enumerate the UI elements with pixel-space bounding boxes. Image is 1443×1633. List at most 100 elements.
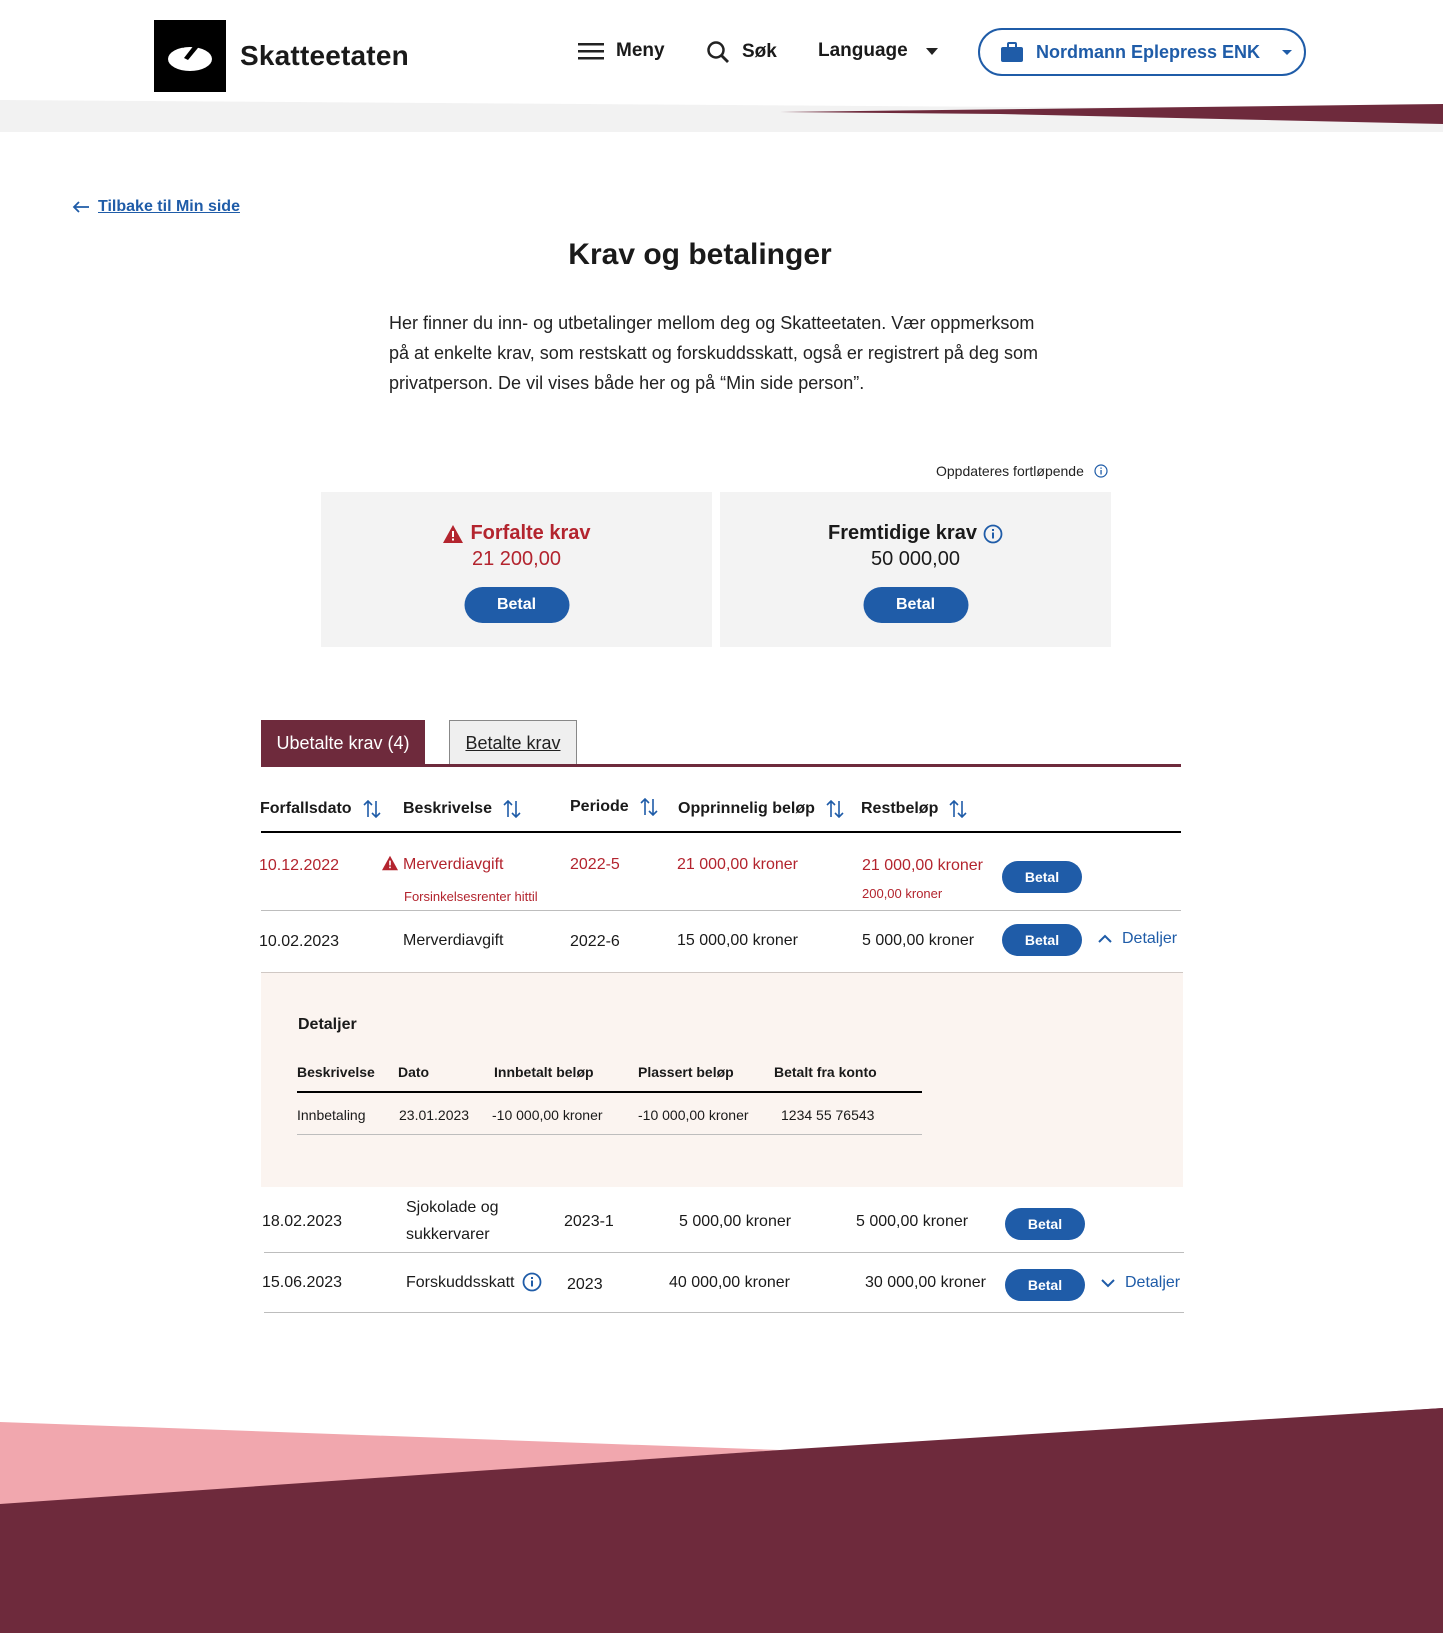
future-title: Fremtidige krav (828, 522, 977, 544)
remaining-amount: 5 000,00 kroner (856, 1213, 969, 1230)
warning-icon (382, 855, 398, 871)
chevron-up-icon (1098, 934, 1112, 943)
details-header-description: Beskrivelse (297, 1064, 375, 1080)
tab-divider (261, 764, 1181, 767)
info-icon[interactable] (983, 524, 1003, 544)
due-date: 18.02.2023 (262, 1213, 343, 1230)
details-header-placed: Plassert beløp (638, 1064, 734, 1080)
column-header-due-date[interactable]: Forfallsdato (260, 800, 382, 818)
details-description: Innbetaling (297, 1107, 366, 1123)
search-button[interactable]: Søk (706, 40, 777, 64)
updated-note: Oppdateres fortløpende (936, 463, 1108, 479)
details-toggle[interactable]: Detaljer (1101, 1274, 1180, 1292)
original-amount: 15 000,00 kroner (677, 932, 798, 949)
period: 2023 (567, 1276, 603, 1293)
overdue-title: Forfalte krav (470, 522, 591, 544)
overdue-amount: 21 200,00 (472, 548, 561, 570)
back-link[interactable]: Tilbake til Min side (72, 198, 240, 216)
tab-unpaid[interactable]: Ubetalte krav (4) (261, 720, 425, 766)
details-header-divider (297, 1091, 922, 1093)
row-divider (264, 1252, 1184, 1253)
column-header-period[interactable]: Periode (570, 798, 659, 816)
tab-paid[interactable]: Betalte krav (449, 720, 577, 766)
details-title: Detaljer (298, 1016, 357, 1033)
original-amount: 21 000,00 kroner (677, 856, 798, 873)
overdue-card: Forfalte krav 21 200,00 Betal (321, 492, 712, 647)
arrow-left-icon (72, 201, 89, 213)
info-icon[interactable] (1094, 464, 1108, 478)
footer-decoration (0, 1408, 1443, 1633)
pay-button[interactable]: Betal (1005, 1208, 1085, 1240)
site-header: Skatteetaten Meny Søk Language Nordmann … (0, 0, 1443, 100)
column-header-remaining[interactable]: Restbeløp (861, 800, 968, 818)
details-header-date: Dato (398, 1064, 430, 1080)
pay-button[interactable]: Betal (1002, 861, 1082, 893)
brand-name[interactable]: Skatteetaten (240, 40, 409, 72)
pay-overdue-button[interactable]: Betal (464, 587, 569, 623)
details-placed: -10 000,00 kroner (638, 1107, 749, 1123)
details-paid-in: -10 000,00 kroner (492, 1107, 603, 1123)
future-card: Fremtidige krav 50 000,00 Betal (720, 492, 1111, 647)
header-decoration (0, 100, 1443, 132)
language-label: Language (818, 40, 908, 61)
details-date: 23.01.2023 (399, 1107, 470, 1123)
sub-description: Forsinkelsesrenter hittil (404, 889, 538, 904)
period: 2022-5 (570, 856, 620, 873)
pay-button[interactable]: Betal (1005, 1269, 1085, 1301)
pay-button[interactable]: Betal (1002, 924, 1082, 956)
future-amount: 50 000,00 (871, 548, 960, 570)
column-header-description[interactable]: Beskrivelse (403, 800, 522, 818)
back-link-label: Tilbake til Min side (98, 198, 240, 215)
description-line-2: sukkervarer (406, 1226, 490, 1243)
sort-icon (362, 800, 381, 818)
details-row-divider (297, 1134, 922, 1135)
search-label: Søk (742, 41, 777, 62)
chevron-down-icon (1101, 1279, 1115, 1288)
description-line-1: Sjokolade og (406, 1199, 499, 1216)
page-title: Krav og betalinger (568, 238, 832, 271)
updated-note-label: Oppdateres fortløpende (936, 463, 1084, 479)
details-header-paid-in: Innbetalt beløp (494, 1064, 594, 1080)
briefcase-icon (1001, 42, 1023, 62)
original-amount: 5 000,00 kroner (679, 1213, 792, 1230)
pay-future-button[interactable]: Betal (863, 587, 968, 623)
period: 2023-1 (564, 1213, 614, 1230)
details-toggle[interactable]: Detaljer (1098, 930, 1177, 948)
due-date: 10.12.2022 (259, 857, 340, 874)
remaining-amount: 5 000,00 kroner (862, 932, 975, 949)
description: Forskuddsskatt (406, 1274, 515, 1291)
details-account: 1234 55 76543 (781, 1107, 875, 1123)
language-selector[interactable]: Language (818, 40, 944, 62)
remaining-amount: 21 000,00 kroner (862, 857, 983, 874)
remaining-amount: 30 000,00 kroner (865, 1274, 986, 1291)
sort-icon (503, 800, 521, 818)
intro-text: Her finner du inn- og utbetalinger mello… (389, 313, 1038, 393)
sub-remaining-amount: 200,00 kroner (862, 886, 943, 901)
organization-selector[interactable]: Nordmann Eplepress ENK (978, 28, 1306, 76)
sort-icon (826, 800, 844, 818)
details-header-account: Betalt fra konto (774, 1064, 877, 1080)
sort-icon (949, 800, 967, 818)
due-date: 15.06.2023 (262, 1274, 343, 1291)
details-panel: Detaljer Beskrivelse Dato Innbetalt belø… (261, 972, 1183, 1187)
period: 2022-6 (570, 933, 620, 950)
table-header-divider (261, 831, 1181, 833)
description: Merverdiavgift (403, 932, 504, 949)
menu-button[interactable]: Meny (578, 40, 665, 62)
hamburger-icon (578, 43, 604, 60)
caret-down-icon (1282, 50, 1293, 55)
search-icon (707, 41, 729, 63)
caret-down-icon (925, 48, 938, 55)
menu-label: Meny (616, 40, 665, 61)
sort-icon (640, 798, 658, 816)
original-amount: 40 000,00 kroner (669, 1274, 790, 1291)
organization-label: Nordmann Eplepress ENK (1036, 41, 1261, 62)
row-divider (261, 910, 1181, 911)
info-icon[interactable] (522, 1272, 542, 1292)
skatteetaten-logo-icon[interactable] (154, 20, 226, 92)
row-divider (264, 1312, 1184, 1313)
description: Merverdiavgift (403, 856, 504, 873)
column-header-original-amount[interactable]: Opprinnelig beløp (678, 800, 845, 818)
warning-icon (443, 524, 464, 543)
due-date: 10.02.2023 (259, 933, 340, 950)
